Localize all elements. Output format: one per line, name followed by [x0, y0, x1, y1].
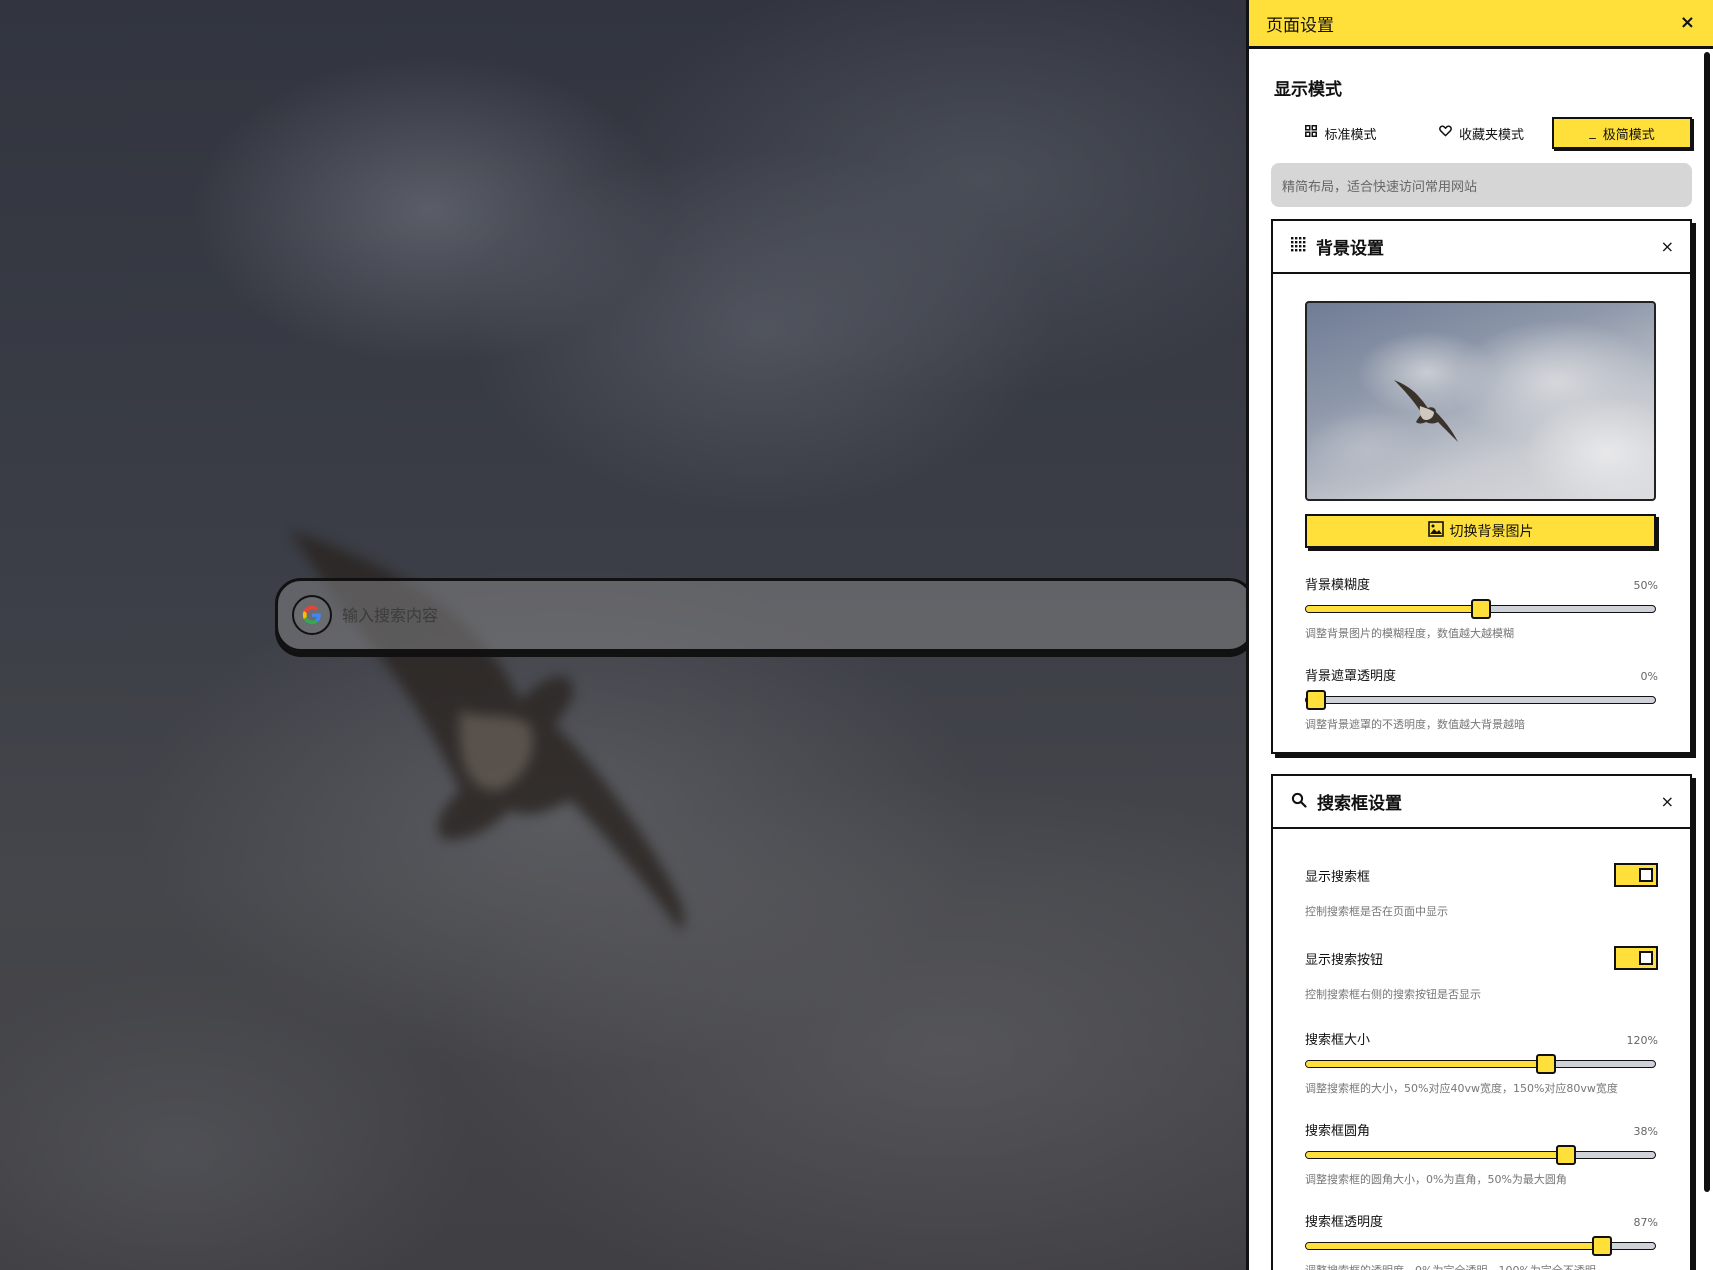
- grid-icon: [1305, 125, 1318, 141]
- opacity-slider-label: 搜索框透明度: [1305, 1215, 1384, 1230]
- size-slider-thumb[interactable]: [1536, 1054, 1557, 1074]
- mode-favorites-label: 收藏夹模式: [1458, 127, 1524, 143]
- mode-standard-button[interactable]: 标准模式: [1271, 117, 1411, 149]
- opacity-slider-block: 搜索框透明度 87% 调整搜索框的透明度，0%为完全透明，100%为完全不透明: [1305, 1211, 1658, 1270]
- panel-header: 页面设置 ×: [1249, 0, 1713, 49]
- grid-dots-icon: [1291, 237, 1306, 256]
- radius-slider[interactable]: [1305, 1145, 1656, 1165]
- opacity-slider[interactable]: [1305, 1236, 1656, 1256]
- search-settings-card: 搜索框设置 × 显示搜索框 控制搜索框是否在页面中显示 显示搜索按钮 控制搜索框…: [1271, 774, 1692, 1270]
- opacity-slider-fill: [1306, 1243, 1610, 1249]
- show-search-help: 控制搜索框是否在页面中显示: [1305, 905, 1448, 918]
- blur-slider-thumb[interactable]: [1470, 599, 1491, 619]
- image-icon: [1427, 521, 1444, 541]
- display-mode-selector: 标准模式 收藏夹模式 _ 极简模式: [1271, 117, 1694, 149]
- overlay-slider-thumb[interactable]: [1306, 690, 1326, 710]
- radius-slider-label: 搜索框圆角: [1305, 1124, 1371, 1139]
- overlay-slider-value: 0%: [1640, 670, 1658, 683]
- blur-slider-fill: [1306, 606, 1481, 612]
- panel-close-button[interactable]: ×: [1680, 14, 1695, 32]
- size-slider-help: 调整搜索框的大小，50%对应40vw宽度，150%对应80vw宽度: [1305, 1082, 1618, 1095]
- display-mode-heading: 显示模式: [1274, 80, 1342, 100]
- radius-slider-thumb[interactable]: [1556, 1145, 1577, 1165]
- switch-background-label: 切换背景图片: [1449, 524, 1534, 540]
- overlay-slider-label: 背景遮罩透明度: [1305, 669, 1397, 684]
- blur-slider[interactable]: [1305, 599, 1656, 619]
- search-settings-title: 搜索框设置: [1317, 794, 1402, 814]
- radius-slider-block: 搜索框圆角 38% 调整搜索框的圆角大小，0%为直角，50%为最大圆角: [1305, 1120, 1658, 1187]
- size-slider-fill: [1306, 1061, 1551, 1067]
- blur-slider-help: 调整背景图片的模糊程度，数值越大越模糊: [1305, 627, 1514, 640]
- google-icon[interactable]: [292, 595, 332, 635]
- radius-slider-help: 调整搜索框的圆角大小，0%为直角，50%为最大圆角: [1305, 1173, 1567, 1186]
- minus-icon: _: [1589, 124, 1596, 140]
- blur-slider-block: 背景模糊度 50% 调整背景图片的模糊程度，数值越大越模糊: [1305, 574, 1658, 641]
- show-button-toggle[interactable]: [1614, 946, 1658, 970]
- background-settings-header: 背景设置 ×: [1273, 221, 1690, 274]
- heart-icon: [1439, 125, 1452, 141]
- background-settings-title: 背景设置: [1316, 239, 1384, 259]
- search-icon: [1291, 792, 1307, 812]
- size-slider-label: 搜索框大小: [1305, 1033, 1371, 1048]
- show-button-label: 显示搜索按钮: [1305, 952, 1384, 968]
- mode-favorites-button[interactable]: 收藏夹模式: [1411, 117, 1552, 149]
- size-slider-value: 120%: [1626, 1034, 1658, 1047]
- overlay-slider[interactable]: [1305, 690, 1656, 710]
- overlay-slider-block: 背景遮罩透明度 0% 调整背景遮罩的不透明度，数值越大背景越暗: [1305, 665, 1658, 732]
- mode-standard-label: 标准模式: [1324, 127, 1377, 143]
- switch-background-button[interactable]: 切换背景图片: [1305, 514, 1656, 548]
- blur-slider-label: 背景模糊度: [1305, 578, 1371, 593]
- show-button-toggle-block: 显示搜索按钮 控制搜索框右侧的搜索按钮是否显示: [1305, 946, 1658, 1002]
- settings-panel: 页面设置 × 显示模式 标准模式 收藏夹模式 _ 极简模式 精简布局，适合快速访…: [1246, 0, 1713, 1270]
- mode-description: 精简布局，适合快速访问常用网站: [1271, 163, 1692, 207]
- blur-slider-value: 50%: [1633, 579, 1658, 592]
- mode-minimal-button[interactable]: _ 极简模式: [1552, 117, 1692, 149]
- radius-slider-value: 38%: [1633, 1125, 1658, 1138]
- search-settings-header: 搜索框设置 ×: [1273, 776, 1690, 829]
- radius-slider-fill: [1306, 1152, 1572, 1158]
- background-preview-image: [1305, 301, 1656, 501]
- search-settings-close-button[interactable]: ×: [1661, 792, 1674, 811]
- toggle-knob: [1639, 951, 1653, 965]
- show-search-toggle-block: 显示搜索框 控制搜索框是否在页面中显示: [1305, 863, 1658, 919]
- size-slider-block: 搜索框大小 120% 调整搜索框的大小，50%对应40vw宽度，150%对应80…: [1305, 1029, 1658, 1096]
- toggle-knob: [1639, 868, 1653, 882]
- panel-scrollbar[interactable]: [1704, 52, 1710, 1192]
- opacity-slider-thumb[interactable]: [1592, 1236, 1613, 1256]
- show-button-help: 控制搜索框右侧的搜索按钮是否显示: [1305, 988, 1481, 1001]
- opacity-slider-value: 87%: [1633, 1216, 1658, 1229]
- background-settings-card: 背景设置 × 切换背景图片 背景模糊度 50% 调整背景图片的模糊程度，数值越大…: [1271, 219, 1692, 754]
- preview-bird: [1394, 380, 1458, 442]
- opacity-slider-help: 调整搜索框的透明度，0%为完全透明，100%为完全不透明: [1305, 1262, 1658, 1270]
- background-settings-close-button[interactable]: ×: [1661, 237, 1674, 256]
- mode-minimal-label: 极简模式: [1602, 127, 1655, 143]
- panel-title: 页面设置: [1266, 15, 1334, 36]
- show-search-label: 显示搜索框: [1305, 869, 1371, 885]
- show-search-toggle[interactable]: [1614, 863, 1658, 887]
- search-bar[interactable]: [275, 578, 1255, 652]
- size-slider[interactable]: [1305, 1054, 1656, 1074]
- overlay-slider-help: 调整背景遮罩的不透明度，数值越大背景越暗: [1305, 718, 1525, 731]
- search-input[interactable]: [342, 605, 1042, 625]
